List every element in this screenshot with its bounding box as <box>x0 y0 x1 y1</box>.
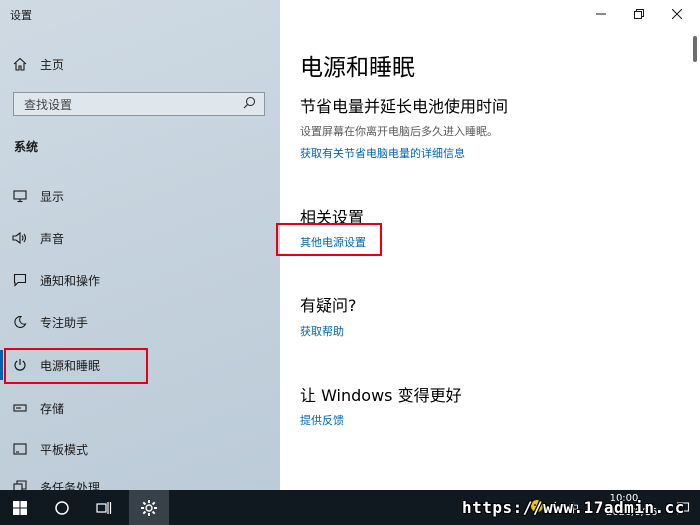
sidebar-item-display[interactable]: 显示 <box>0 181 280 211</box>
storage-icon <box>12 401 28 415</box>
task-view-icon[interactable] <box>84 490 124 525</box>
settings-sidebar: 设置 主页 查找设置 系统 显示 声音 通知和操作 专注助手 电源和睡眠 存储 … <box>0 0 280 495</box>
moon-icon <box>12 315 28 329</box>
power-saving-info-link[interactable]: 获取有关节省电脑电量的详细信息 <box>300 145 465 161</box>
watermark-text: https://www.17admin.cc <box>462 498 685 517</box>
home-icon <box>12 57 28 71</box>
main-content: 电源和睡眠 节省电量并延长电池使用时间 设置屏幕在你离开电脑后多久进入睡眠。 获… <box>276 0 700 490</box>
give-feedback-link[interactable]: 提供反馈 <box>300 412 344 428</box>
search-placeholder: 查找设置 <box>24 97 73 112</box>
section-heading-feedback: 让 Windows 变得更好 <box>300 386 462 405</box>
sidebar-item-focus-assist[interactable]: 专注助手 <box>0 307 280 337</box>
search-input[interactable]: 查找设置 <box>13 92 265 116</box>
sidebar-item-sound[interactable]: 声音 <box>0 223 280 253</box>
speaker-icon <box>12 231 28 245</box>
sidebar-item-storage[interactable]: 存储 <box>0 393 280 423</box>
section-heading-save-power: 节省电量并延长电池使用时间 <box>300 97 509 116</box>
page-title: 电源和睡眠 <box>300 55 415 81</box>
scrollbar[interactable] <box>693 36 697 62</box>
sidebar-item-label: 声音 <box>40 231 65 246</box>
section-heading: 系统 <box>14 140 39 154</box>
sidebar-item-label: 显示 <box>40 189 65 204</box>
highlight-box-sidebar <box>4 348 148 384</box>
tablet-icon <box>12 442 28 456</box>
get-help-link[interactable]: 获取帮助 <box>300 323 344 339</box>
section-description: 设置屏幕在你离开电脑后多久进入睡眠。 <box>300 125 498 138</box>
search-icon[interactable] <box>243 96 256 112</box>
sidebar-item-notifications[interactable]: 通知和操作 <box>0 265 280 295</box>
sidebar-item-label: 存储 <box>40 401 65 416</box>
sidebar-item-label: 平板模式 <box>40 442 89 457</box>
window-title: 设置 <box>10 9 32 22</box>
section-heading-question: 有疑问? <box>300 296 357 315</box>
highlight-box-link <box>276 223 382 256</box>
settings-taskbar-icon[interactable] <box>129 490 169 525</box>
monitor-icon <box>12 189 28 203</box>
search-circle-icon[interactable] <box>42 490 82 525</box>
sidebar-item-label: 专注助手 <box>40 315 89 330</box>
sidebar-item-label: 通知和操作 <box>40 273 101 288</box>
notification-icon <box>12 273 28 287</box>
sidebar-item-tablet-mode[interactable]: 平板模式 <box>0 434 280 464</box>
sidebar-item-label: 主页 <box>40 57 65 72</box>
close-button[interactable] <box>654 0 700 28</box>
start-button[interactable] <box>0 490 40 525</box>
sidebar-item-home[interactable]: 主页 <box>0 49 280 79</box>
